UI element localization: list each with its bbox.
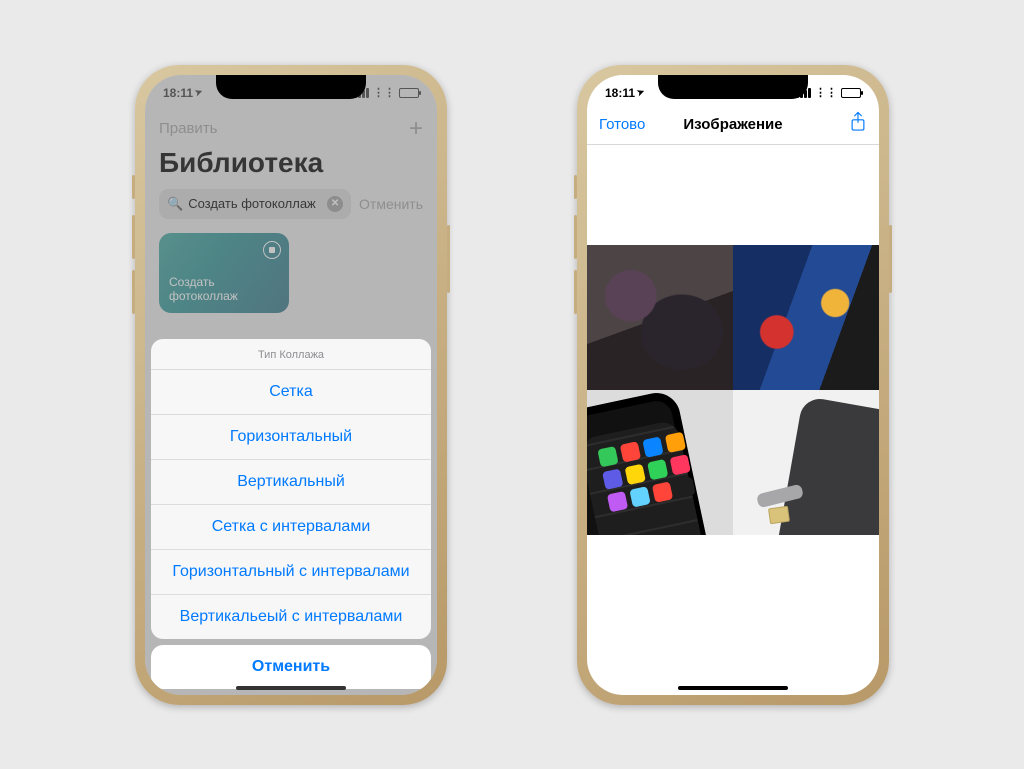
share-button[interactable] — [849, 111, 867, 138]
home-indicator[interactable] — [678, 686, 788, 690]
done-button[interactable]: Готово — [599, 116, 645, 133]
sim-tray-graphic — [756, 483, 804, 508]
home-indicator[interactable] — [236, 686, 346, 690]
collage-cell-3 — [587, 390, 733, 535]
sheet-option-horizontal[interactable]: Горизонтальный — [151, 415, 431, 460]
collage-cell-2 — [733, 245, 879, 390]
battery-icon — [841, 88, 861, 98]
notch — [216, 75, 366, 99]
location-icon: ➤ — [635, 86, 646, 99]
phone-left: 18:11 ➤ ⋮⋮ Править + Библиотека 🔍 Создат… — [135, 65, 447, 705]
sheet-option-grid[interactable]: Сетка — [151, 370, 431, 415]
phone-right: 18:11 ➤ ⋮⋮ Готово Изображение — [577, 65, 889, 705]
screen-right: 18:11 ➤ ⋮⋮ Готово Изображение — [587, 75, 879, 695]
share-icon — [849, 111, 867, 138]
wifi-icon: ⋮⋮ — [815, 86, 837, 99]
action-sheet: Тип Коллажа Сетка Горизонтальный Вертика… — [151, 339, 431, 689]
battery-icon — [399, 88, 419, 98]
action-sheet-cancel[interactable]: Отменить — [151, 645, 431, 689]
sheet-option-vertical-spaced[interactable]: Вертикальеый с интервалами — [151, 595, 431, 639]
sheet-option-horizontal-spaced[interactable]: Горизонтальный с интервалами — [151, 550, 431, 595]
notch — [658, 75, 808, 99]
wifi-icon: ⋮⋮ — [373, 86, 395, 99]
screen-left: 18:11 ➤ ⋮⋮ Править + Библиотека 🔍 Создат… — [145, 75, 437, 695]
sheet-option-vertical[interactable]: Вертикальный — [151, 460, 431, 505]
nav-title: Изображение — [683, 116, 782, 133]
status-time: 18:11 — [163, 86, 193, 100]
collage-cell-4 — [733, 390, 879, 535]
sheet-option-grid-spaced[interactable]: Сетка с интервалами — [151, 505, 431, 550]
nav-bar: Готово Изображение — [587, 105, 879, 145]
collage-image[interactable] — [587, 245, 879, 535]
collage-cell-1 — [587, 245, 733, 390]
status-time: 18:11 — [605, 86, 635, 100]
sim-chip-graphic — [768, 505, 790, 524]
location-icon: ➤ — [193, 86, 204, 99]
action-sheet-title: Тип Коллажа — [151, 339, 431, 370]
